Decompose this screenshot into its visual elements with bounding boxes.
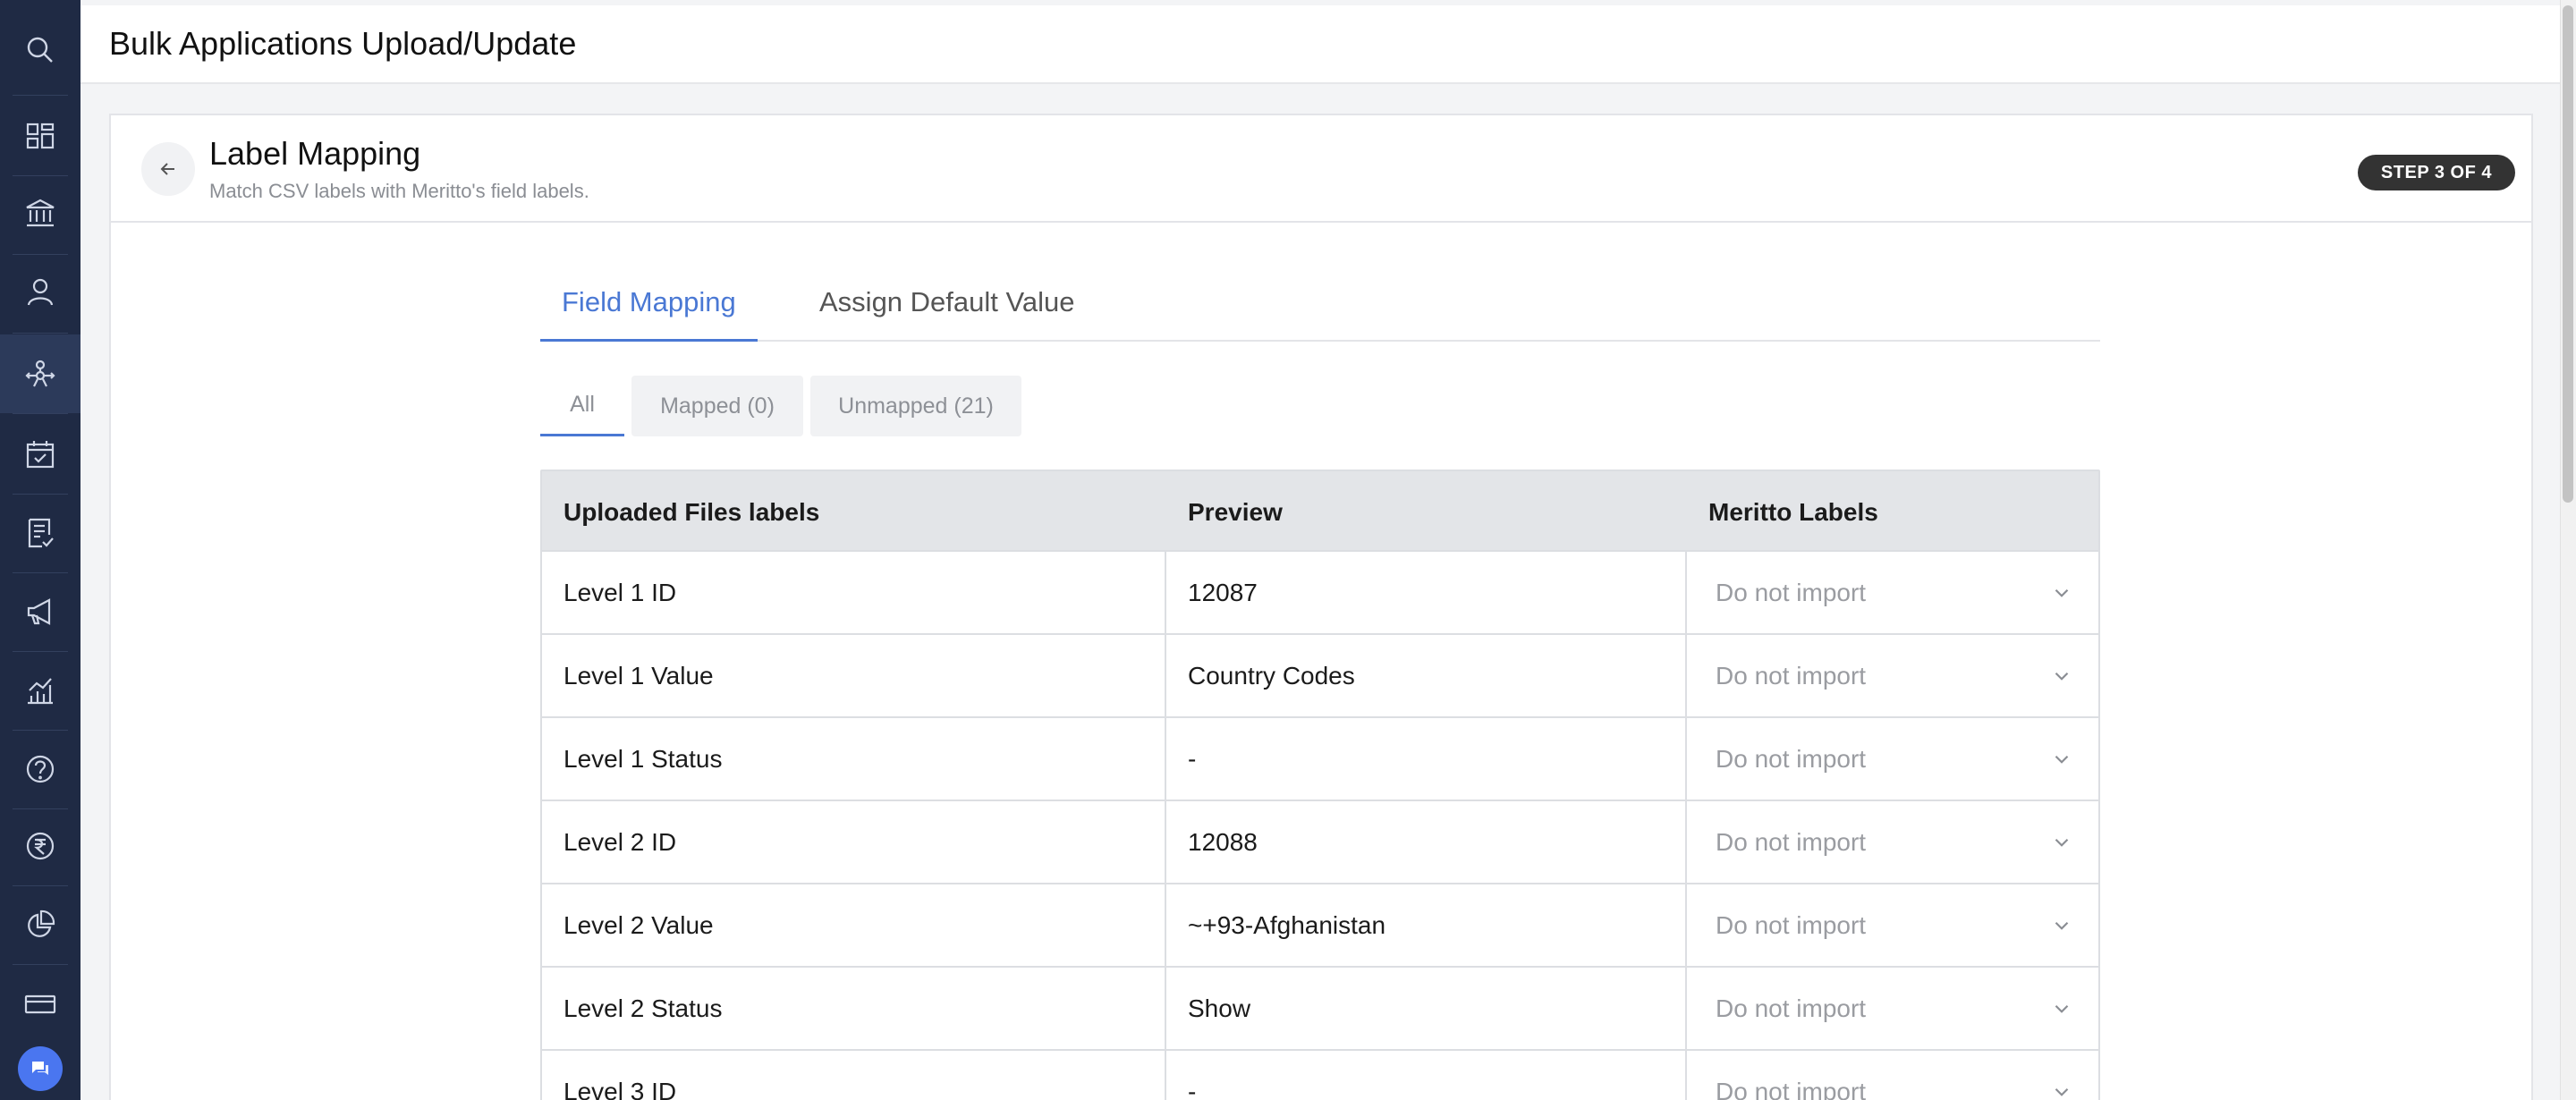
chevron-down-icon	[2055, 588, 2069, 597]
filter-unmapped[interactable]: Unmapped (21)	[810, 376, 1021, 436]
institution-icon[interactable]	[0, 173, 80, 252]
uploaded-label: Level 1 Status	[542, 718, 1166, 800]
card-header: Label Mapping Match CSV labels with Meri…	[111, 115, 2531, 223]
scrollbar-thumb[interactable]	[2563, 5, 2573, 503]
mapping-tabs: Field Mapping Assign Default Value	[540, 259, 2100, 342]
meritto-label-select[interactable]: Do not import	[1687, 1051, 2100, 1100]
chevron-down-icon	[2055, 755, 2069, 764]
meritto-label-select[interactable]: Do not import	[1687, 718, 2100, 800]
uploaded-label: Level 2 ID	[542, 801, 1166, 883]
uploaded-label: Level 1 Value	[542, 635, 1166, 716]
dashboard-icon[interactable]	[0, 97, 80, 175]
preview-value: -	[1166, 1051, 1687, 1100]
meritto-label-select[interactable]: Do not import	[1687, 635, 2100, 716]
column-uploaded-labels: Uploaded Files labels	[564, 498, 820, 526]
back-button[interactable]	[141, 142, 195, 196]
table-header: Uploaded Files labels Preview Meritto La…	[540, 470, 2100, 552]
chevron-down-icon	[2055, 672, 2069, 681]
table-row: Level 1 ID 12087 Do not import	[540, 552, 2100, 635]
table-row: Level 2 Value ~+93-Afghanistan Do not im…	[540, 884, 2100, 968]
column-meritto-labels: Meritto Labels	[1708, 498, 1878, 526]
table-row: Level 2 ID 12088 Do not import	[540, 801, 2100, 884]
uploaded-label: Level 2 Value	[542, 884, 1166, 966]
filter-all[interactable]: All	[540, 376, 624, 436]
page-header: Bulk Applications Upload/Update	[80, 5, 2560, 84]
search-icon[interactable]	[0, 11, 80, 89]
calendar-check-icon[interactable]	[0, 415, 80, 494]
card-icon[interactable]	[0, 962, 80, 1041]
meritto-label-select[interactable]: Do not import	[1687, 968, 2100, 1049]
select-value: Do not import	[1716, 744, 1867, 773]
analytics-icon[interactable]	[0, 651, 80, 730]
card-subtitle: Match CSV labels with Meritto's field la…	[209, 180, 589, 202]
preview-value: 12088	[1166, 801, 1687, 883]
select-value: Do not import	[1716, 578, 1867, 606]
page-title: Bulk Applications Upload/Update	[109, 25, 577, 62]
meritto-label-select[interactable]: Do not import	[1687, 552, 2100, 633]
meritto-label-select[interactable]: Do not import	[1687, 801, 2100, 883]
preview-value: -	[1166, 718, 1687, 800]
uploaded-label: Level 1 ID	[542, 552, 1166, 633]
select-value: Do not import	[1716, 994, 1867, 1022]
checklist-icon[interactable]	[0, 494, 80, 572]
meritto-label-select[interactable]: Do not import	[1687, 884, 2100, 966]
megaphone-icon[interactable]	[0, 572, 80, 651]
tab-field-mapping[interactable]: Field Mapping	[540, 286, 758, 342]
select-value: Do not import	[1716, 661, 1867, 690]
preview-value: 12087	[1166, 552, 1687, 633]
table-row: Level 3 ID - Do not import	[540, 1051, 2100, 1100]
table-row: Level 2 Status Show Do not import	[540, 968, 2100, 1051]
preview-value: Country Codes	[1166, 635, 1687, 716]
sidebar	[0, 0, 80, 1100]
table-row: Level 1 Value Country Codes Do not impor…	[540, 635, 2100, 718]
rupee-icon[interactable]	[0, 807, 80, 885]
network-icon[interactable]	[0, 334, 80, 413]
card-title: Label Mapping	[209, 135, 421, 172]
select-value: Do not import	[1716, 1077, 1867, 1100]
help-icon[interactable]	[0, 730, 80, 808]
page-scrollbar[interactable]	[2560, 0, 2576, 1100]
select-value: Do not import	[1716, 827, 1867, 856]
preview-value: ~+93-Afghanistan	[1166, 884, 1687, 966]
arrow-left-icon	[160, 163, 174, 175]
column-preview: Preview	[1188, 498, 1283, 526]
chat-icon[interactable]	[18, 1046, 63, 1091]
tab-assign-default-value[interactable]: Assign Default Value	[798, 286, 1096, 342]
chevron-down-icon	[2055, 838, 2069, 847]
mapping-table: Uploaded Files labels Preview Meritto La…	[540, 470, 2100, 1100]
chevron-down-icon	[2055, 1087, 2069, 1096]
user-icon[interactable]	[0, 252, 80, 331]
preview-value: Show	[1166, 968, 1687, 1049]
step-badge: STEP 3 OF 4	[2357, 155, 2515, 190]
chevron-down-icon	[2055, 1004, 2069, 1013]
chevron-down-icon	[2055, 921, 2069, 930]
uploaded-label: Level 3 ID	[542, 1051, 1166, 1100]
uploaded-label: Level 2 Status	[542, 968, 1166, 1049]
select-value: Do not import	[1716, 910, 1867, 939]
pie-chart-icon[interactable]	[0, 885, 80, 964]
filter-mapped[interactable]: Mapped (0)	[631, 376, 803, 436]
table-row: Level 1 Status - Do not import	[540, 718, 2100, 801]
